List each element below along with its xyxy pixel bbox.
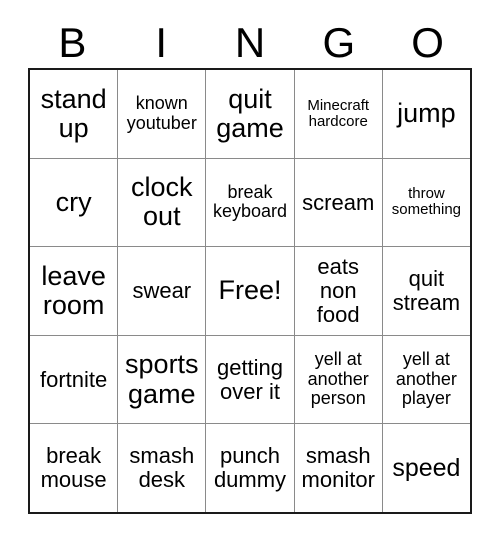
bingo-cell-label: swear [132, 278, 192, 304]
bingo-cell-label: clock out [131, 172, 193, 232]
bingo-cell[interactable]: fortnite [30, 335, 119, 424]
header-letter-o: O [411, 19, 444, 66]
bingo-cell[interactable]: break mouse [30, 424, 119, 512]
bingo-cell[interactable]: smash desk [118, 424, 207, 512]
bingo-row: leave room swear Free! eats non food qui… [30, 247, 471, 336]
bingo-cell-label: scream [302, 189, 375, 215]
bingo-row: break mouse smash desk punch dummy smash… [30, 424, 471, 512]
bingo-cell[interactable]: smash monitor [294, 424, 383, 512]
bingo-cell[interactable]: yell at another person [294, 335, 383, 424]
bingo-cell[interactable]: quit stream [382, 247, 471, 335]
bingo-cell[interactable]: sports game [118, 335, 207, 424]
bingo-cell-label: fortnite [39, 366, 108, 392]
bingo-cell-label: jump [397, 98, 456, 129]
bingo-cell[interactable]: jump [382, 70, 471, 158]
bingo-cell[interactable]: clock out [118, 158, 207, 247]
bingo-cell[interactable]: Minecraft hardcore [294, 70, 383, 158]
bingo-cell-label: getting over it [216, 354, 284, 404]
bingo-card: B I N G O stand up known youtuber quit g… [0, 0, 500, 544]
bingo-cell-label: quit stream [392, 266, 461, 315]
bingo-cell-label: eats non food [316, 254, 360, 327]
bingo-cell-label: quit game [216, 83, 284, 143]
bingo-cell-label: yell at another person [307, 349, 369, 409]
bingo-grid: stand up known youtuber quit game Minecr… [28, 68, 472, 514]
bingo-cell[interactable]: eats non food [294, 247, 383, 335]
header-letter-n: N [234, 19, 266, 66]
bingo-cell-label: leave room [41, 260, 106, 320]
bingo-cell-label: punch dummy [213, 443, 287, 493]
bingo-cell[interactable]: leave room [30, 247, 119, 335]
header-letter-b: B [58, 19, 87, 66]
bingo-cell-label: Minecraft hardcore [307, 96, 370, 130]
bingo-cell-label: smash desk [129, 443, 195, 493]
bingo-cell-label: yell at another player [395, 349, 457, 409]
bingo-cell-label: throw something [391, 185, 462, 219]
bingo-cell-label: speed [392, 453, 461, 482]
bingo-row: fortnite sports game getting over it yel… [30, 335, 471, 425]
bingo-header: B I N G O [28, 18, 472, 68]
bingo-row: stand up known youtuber quit game Minecr… [30, 70, 471, 159]
bingo-cell-label: cry [55, 186, 92, 217]
bingo-cell-free[interactable]: Free! [206, 247, 295, 335]
bingo-cell[interactable]: punch dummy [206, 424, 295, 512]
bingo-cell[interactable]: scream [294, 158, 383, 247]
bingo-cell-label: smash monitor [301, 443, 375, 493]
header-letter-i: I [155, 19, 168, 66]
bingo-cell-label: known youtuber [126, 93, 197, 133]
bingo-cell[interactable]: cry [30, 158, 119, 247]
bingo-cell-label: break mouse [40, 443, 107, 493]
bingo-cell[interactable]: break keyboard [206, 158, 295, 247]
bingo-cell[interactable]: throw something [382, 158, 471, 247]
bingo-cell[interactable]: speed [382, 424, 471, 512]
bingo-cell[interactable]: getting over it [206, 335, 295, 424]
bingo-cell-label: stand up [40, 83, 107, 143]
bingo-cell-label: break keyboard [212, 181, 288, 222]
header-letter-g: G [322, 19, 356, 66]
bingo-cell-label: Free! [218, 275, 282, 306]
bingo-cell[interactable]: swear [118, 247, 207, 335]
bingo-cell[interactable]: quit game [206, 70, 295, 158]
bingo-cell[interactable]: stand up [30, 70, 119, 158]
bingo-row: cry clock out break keyboard scream thro… [30, 158, 471, 248]
bingo-cell[interactable]: yell at another player [382, 335, 471, 424]
bingo-cell-label: sports game [125, 349, 199, 409]
bingo-cell[interactable]: known youtuber [118, 70, 207, 158]
